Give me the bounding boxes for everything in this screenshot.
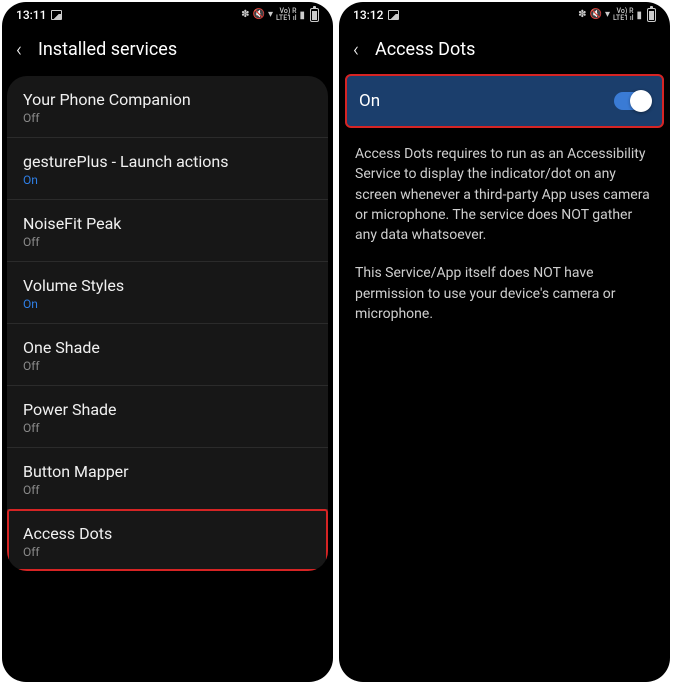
service-item[interactable]: gesturePlus - Launch actions On bbox=[7, 138, 328, 200]
service-item[interactable]: Button Mapper Off bbox=[7, 448, 328, 510]
phone-right: 13:12 ✽ 🔇 ▾ Vo) RLTE1 ıl ▮ ‹ Access Dots… bbox=[339, 2, 670, 682]
header: ‹ Installed services bbox=[2, 28, 333, 70]
page-title: Installed services bbox=[38, 39, 177, 60]
service-description: Access Dots requires to run as an Access… bbox=[339, 126, 670, 324]
back-icon[interactable]: ‹ bbox=[353, 37, 359, 61]
bluetooth-icon: ✽ bbox=[241, 10, 249, 20]
service-name: Power Shade bbox=[23, 400, 312, 419]
wifi-icon: ▾ bbox=[605, 10, 610, 20]
header: ‹ Access Dots bbox=[339, 28, 670, 70]
service-item[interactable]: Your Phone Companion Off bbox=[7, 76, 328, 138]
service-status: Off bbox=[23, 545, 312, 559]
network-label: Vo) RLTE1 ıl bbox=[613, 8, 633, 22]
phone-left: 13:11 ✽ 🔇 ▾ Vo) RLTE1 ıl ▮ ‹ Installed s… bbox=[2, 2, 333, 682]
service-item[interactable]: Access Dots Off bbox=[7, 510, 328, 571]
service-status: On bbox=[23, 297, 312, 311]
services-list: Your Phone Companion Off gesturePlus - Lau… bbox=[7, 76, 328, 571]
service-name: NoiseFit Peak bbox=[23, 214, 312, 233]
screenshot-icon bbox=[51, 10, 62, 20]
description-paragraph: Access Dots requires to run as an Access… bbox=[355, 144, 654, 245]
service-toggle-row[interactable]: On bbox=[345, 76, 664, 126]
signal-icon: ▮ bbox=[299, 10, 305, 21]
service-name: One Shade bbox=[23, 338, 312, 357]
back-icon[interactable]: ‹ bbox=[16, 37, 22, 61]
service-name: Volume Styles bbox=[23, 276, 312, 295]
battery-icon bbox=[647, 8, 656, 22]
toggle-label: On bbox=[359, 91, 380, 111]
service-name: Your Phone Companion bbox=[23, 90, 312, 109]
description-paragraph: This Service/App itself does NOT have pe… bbox=[355, 263, 654, 324]
service-status: Off bbox=[23, 359, 312, 373]
service-item[interactable]: Power Shade Off bbox=[7, 386, 328, 448]
clock: 13:12 bbox=[353, 8, 383, 22]
service-name: Button Mapper bbox=[23, 462, 312, 481]
service-item[interactable]: One Shade Off bbox=[7, 324, 328, 386]
signal-icon: ▮ bbox=[636, 10, 642, 21]
service-status: Off bbox=[23, 235, 312, 249]
service-status: Off bbox=[23, 483, 312, 497]
service-status: On bbox=[23, 173, 312, 187]
clock: 13:11 bbox=[16, 8, 46, 22]
service-status: Off bbox=[23, 111, 312, 125]
status-bar: 13:12 ✽ 🔇 ▾ Vo) RLTE1 ıl ▮ bbox=[339, 2, 670, 28]
battery-icon bbox=[310, 8, 319, 22]
service-name: gesturePlus - Launch actions bbox=[23, 152, 312, 171]
screenshot-icon bbox=[388, 10, 399, 20]
wifi-icon: ▾ bbox=[268, 10, 273, 20]
page-title: Access Dots bbox=[375, 39, 475, 60]
network-label: Vo) RLTE1 ıl bbox=[276, 8, 296, 22]
service-status: Off bbox=[23, 421, 312, 435]
mute-icon: 🔇 bbox=[253, 10, 265, 20]
toggle-switch[interactable] bbox=[614, 92, 650, 110]
service-item[interactable]: Volume Styles On bbox=[7, 262, 328, 324]
status-bar: 13:11 ✽ 🔇 ▾ Vo) RLTE1 ıl ▮ bbox=[2, 2, 333, 28]
service-name: Access Dots bbox=[23, 524, 312, 543]
bluetooth-icon: ✽ bbox=[578, 10, 586, 20]
mute-icon: 🔇 bbox=[590, 10, 602, 20]
service-item[interactable]: NoiseFit Peak Off bbox=[7, 200, 328, 262]
